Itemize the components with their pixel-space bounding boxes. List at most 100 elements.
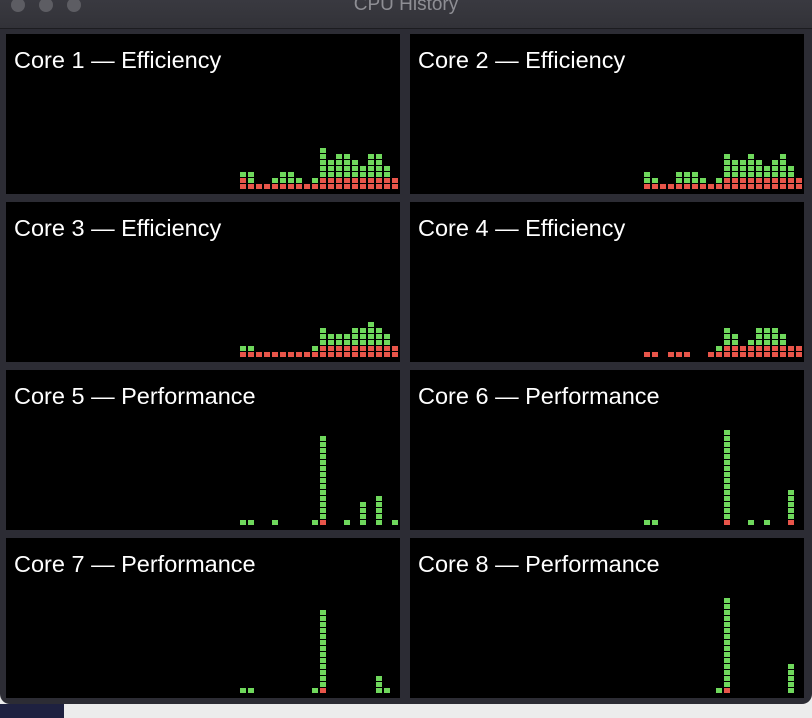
system-usage-dot [740,178,746,183]
system-usage-dot [280,352,286,357]
user-usage-dot [772,160,778,165]
user-usage-dot [320,682,326,687]
user-usage-dot [724,160,730,165]
user-usage-dot [376,328,382,333]
system-usage-dot [368,184,374,189]
user-usage-dot [724,466,730,471]
usage-column [772,160,778,189]
user-usage-dot [748,172,754,177]
user-usage-dot [368,166,374,171]
usage-column [248,172,254,189]
user-usage-dot [312,178,318,183]
user-usage-dot [312,346,318,351]
user-usage-dot [360,328,366,333]
system-usage-dot [756,352,762,357]
user-usage-dot [724,676,730,681]
usage-column [328,160,334,189]
user-usage-dot [788,166,794,171]
usage-column [652,178,658,189]
usage-column [360,328,366,357]
user-usage-dot [320,640,326,645]
system-usage-dot [724,178,730,183]
user-usage-dot [644,520,650,525]
user-usage-dot [788,490,794,495]
user-usage-dot [724,634,730,639]
system-usage-dot [692,184,698,189]
system-usage-dot [256,184,262,189]
usage-column [272,178,278,189]
system-usage-dot [360,352,366,357]
user-usage-dot [724,448,730,453]
usage-column [344,520,350,525]
user-usage-dot [320,172,326,177]
usage-column [756,160,762,189]
user-usage-dot [756,166,762,171]
user-usage-dot [320,166,326,171]
user-usage-dot [724,340,730,345]
user-usage-dot [384,172,390,177]
user-usage-dot [368,328,374,333]
user-usage-dot [336,334,342,339]
user-usage-dot [376,166,382,171]
user-usage-dot [652,520,658,525]
system-usage-dot [772,352,778,357]
system-usage-dot [392,352,398,357]
user-usage-dot [756,328,762,333]
system-usage-dot [376,346,382,351]
user-usage-dot [328,334,334,339]
usage-column [384,334,390,357]
system-usage-dot [684,352,690,357]
user-usage-dot [764,520,770,525]
user-usage-dot [732,334,738,339]
usage-column [376,496,382,525]
user-usage-dot [716,688,722,693]
user-usage-dot [684,178,690,183]
user-usage-dot [748,340,754,345]
user-usage-dot [748,154,754,159]
usage-column [360,502,366,525]
system-usage-dot [748,184,754,189]
user-usage-dot [368,334,374,339]
usage-column [716,688,722,693]
usage-column [312,688,318,693]
user-usage-dot [724,628,730,633]
user-usage-dot [384,340,390,345]
user-usage-dot [724,652,730,657]
user-usage-dot [344,340,350,345]
usage-column [320,436,326,525]
system-usage-dot [724,352,730,357]
user-usage-dot [376,676,382,681]
usage-column [240,346,246,357]
usage-column [336,154,342,189]
usage-column [320,610,326,693]
user-usage-dot [376,682,382,687]
user-usage-dot [240,688,246,693]
user-usage-dot [772,166,778,171]
system-usage-dot [248,184,254,189]
usage-column [788,166,794,189]
system-usage-dot [352,184,358,189]
user-usage-dot [296,178,302,183]
user-usage-dot [320,508,326,513]
system-usage-dot [700,184,706,189]
user-usage-dot [788,514,794,519]
usage-column [256,184,262,189]
core-4-label: Core 4 — Efficiency [418,215,626,241]
system-usage-dot [764,178,770,183]
core-7-label: Core 7 — Performance [14,551,256,577]
usage-column [240,172,246,189]
user-usage-dot [772,172,778,177]
user-usage-dot [724,598,730,603]
core-panel-6: Core 6 — Performance [410,370,804,530]
title-bar[interactable]: CPU History [0,0,812,29]
system-usage-dot [264,352,270,357]
user-usage-dot [320,340,326,345]
usage-column [392,346,398,357]
usage-column [368,154,374,189]
user-usage-dot [756,340,762,345]
user-usage-dot [724,508,730,513]
user-usage-dot [352,160,358,165]
user-usage-dot [320,634,326,639]
system-usage-dot [780,184,786,189]
user-usage-dot [684,172,690,177]
